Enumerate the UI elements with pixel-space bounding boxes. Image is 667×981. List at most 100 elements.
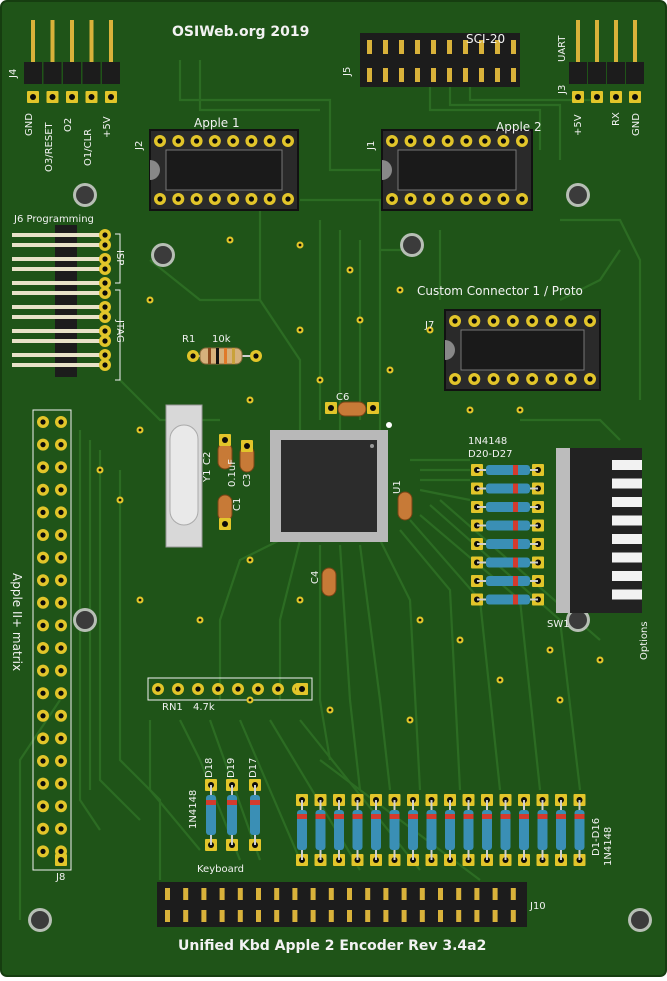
pad-hole — [102, 338, 108, 344]
pad-hole — [529, 318, 535, 324]
pad-hole — [102, 232, 108, 238]
j1-ref: J1 — [366, 140, 377, 150]
j5-pin — [447, 68, 452, 82]
pad-hole — [40, 600, 46, 606]
sw1-name: Options — [639, 621, 650, 660]
j10-ref: J10 — [530, 901, 546, 912]
d-top-band — [513, 576, 518, 586]
j10-pin — [201, 888, 207, 900]
j10-pin — [492, 910, 498, 922]
j4-pin-o1: O1/CLR — [83, 128, 94, 166]
via-hole — [388, 368, 392, 372]
pad-hole — [175, 138, 181, 144]
j3-pin — [595, 20, 599, 66]
j5-pin — [367, 40, 372, 54]
pad-hole — [69, 94, 75, 100]
d-bottom-band — [389, 814, 400, 819]
j1-name: Apple 2 — [496, 120, 542, 134]
footer-title: Unified Kbd Apple 2 Encoder Rev 3.4a2 — [178, 938, 487, 954]
pad-hole — [285, 138, 291, 144]
j4-housing — [24, 62, 42, 84]
pad-hole — [58, 803, 64, 809]
j10-pin — [201, 910, 207, 922]
diodes-top-part: 1N4148 — [468, 436, 508, 447]
j2-name: Apple 1 — [194, 116, 240, 130]
pad-hole — [58, 555, 64, 561]
pad-hole — [267, 138, 273, 144]
d18-ref: D18 — [204, 757, 215, 778]
via-hole — [148, 298, 152, 302]
pcb-board: OSIWeb.org 2019 Unified Kbd Apple 2 Enco… — [0, 0, 667, 977]
via-hole — [248, 398, 252, 402]
j10-pin — [419, 910, 425, 922]
c1-ref: C1 — [232, 497, 243, 511]
j10-pin — [347, 888, 352, 900]
j5-pin — [511, 68, 516, 82]
j5-ref: J5 — [342, 66, 353, 76]
pad-hole — [230, 196, 236, 202]
c4-ref: C4 — [310, 570, 321, 584]
mounting-hole — [76, 611, 94, 629]
j6-pin — [12, 281, 102, 285]
y1-ref: Y1 — [202, 469, 213, 482]
pad-hole — [212, 138, 218, 144]
j10-pin — [292, 910, 298, 922]
sw1-ref: SW1 — [547, 619, 570, 630]
d-bottom-band — [463, 814, 474, 819]
j10-pin — [365, 888, 371, 900]
c2-ref: C2 — [202, 451, 213, 465]
u1-body — [281, 440, 377, 532]
via-hole — [408, 718, 412, 722]
j5-pin — [399, 68, 404, 82]
pad-hole — [58, 419, 64, 425]
via-hole — [548, 648, 552, 652]
j10-housing — [157, 882, 527, 927]
via-hole — [398, 288, 402, 292]
pad-hole — [215, 686, 221, 692]
j10-pin — [419, 888, 425, 900]
pad-hole — [548, 318, 555, 324]
pad-hole — [40, 690, 46, 696]
pad-hole — [40, 532, 46, 538]
pad-hole — [244, 443, 250, 449]
pad-hole — [471, 318, 477, 324]
pad-hole — [40, 509, 46, 515]
j5-pin — [447, 40, 452, 54]
pad-hole — [40, 668, 46, 674]
mounting-hole — [631, 911, 649, 929]
pad-hole — [632, 94, 638, 100]
pad-hole — [452, 376, 458, 382]
pad-hole — [222, 521, 228, 527]
diodes-left-part: 1N4148 — [188, 789, 199, 829]
j10-pin — [347, 910, 352, 922]
j5-pin — [383, 68, 388, 82]
pad-hole — [58, 781, 64, 787]
j5-pin — [415, 68, 420, 82]
j6-pin — [12, 329, 102, 333]
pad-hole — [285, 196, 291, 202]
j10-name: Keyboard — [197, 864, 245, 875]
via-hole — [98, 468, 102, 472]
d-bottom-band — [352, 814, 363, 819]
d-bottom-band — [556, 814, 566, 819]
via-hole — [328, 708, 332, 712]
j3-pin-gnd: GND — [631, 113, 642, 136]
pad-hole — [500, 138, 507, 144]
d-bottom-band — [408, 814, 418, 819]
j10-pin — [256, 910, 261, 922]
sw1-pins — [556, 448, 570, 613]
pad-hole — [230, 138, 236, 144]
j10-pin — [237, 888, 243, 900]
pad-hole — [40, 622, 46, 629]
via-hole — [598, 658, 602, 662]
pad-hole — [102, 362, 108, 368]
j5-pin — [479, 68, 484, 82]
pad-hole — [370, 405, 376, 411]
j4-pin — [70, 20, 74, 66]
pad-hole — [40, 826, 46, 832]
j4-pin-o3: O3/RESET — [44, 122, 55, 172]
j6-pin — [12, 243, 102, 247]
via-hole — [348, 268, 352, 272]
pad-hole — [40, 781, 46, 787]
c6-body — [337, 401, 367, 417]
